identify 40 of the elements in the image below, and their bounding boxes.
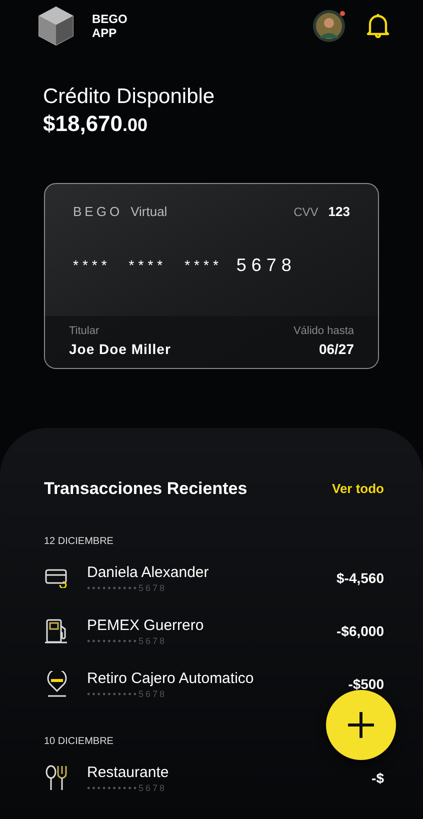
masked-account: ••••••••••5678 <box>87 582 168 594</box>
expiry-date: 06/27 <box>318 340 354 359</box>
card-icon <box>45 568 69 588</box>
card-type: Virtual <box>130 203 168 221</box>
merchant-name: Retiro Cajero Automatico <box>87 668 254 688</box>
date-heading: 10 DICIEMBRE <box>44 734 114 748</box>
credit-label: Crédito Disponible <box>43 84 216 110</box>
plus-icon <box>348 712 374 738</box>
masked-account: ••••••••••5678 <box>87 782 168 794</box>
merchant-name: Restaurante <box>87 762 169 782</box>
merchant-name: PEMEX Guerrero <box>87 616 204 634</box>
expiry-label: Válido hasta <box>293 324 354 338</box>
section-title: Transacciones Recientes <box>44 478 248 500</box>
see-all-link[interactable]: Ver todo <box>332 479 384 498</box>
cube-logo-icon <box>38 6 74 46</box>
masked-digits: **** <box>128 256 167 274</box>
spoon-fork-icon <box>45 765 69 791</box>
masked-account: ••••••••••5678 <box>87 688 168 700</box>
date-heading: 12 DICIEMBRE <box>44 534 114 548</box>
atm-pin-icon <box>46 671 68 697</box>
masked-digits: **** <box>73 256 111 274</box>
credit-amount: $18,670.00 <box>43 110 149 138</box>
amount: -$500 <box>348 674 384 694</box>
masked-account: ••••••••••5678 <box>87 634 168 646</box>
holder-label: Titular <box>69 324 100 338</box>
masked-digits: **** <box>184 256 222 274</box>
holder-name: Joe Doe Miller <box>69 340 171 359</box>
amount: $-4,560 <box>336 568 384 588</box>
merchant-name: Daniela Alexander <box>87 562 209 582</box>
cvv-label: CVV <box>294 204 318 221</box>
app-name: BEGO <box>92 12 128 26</box>
app-name: APP <box>92 26 118 40</box>
card-last-digits: 5678 <box>236 254 296 276</box>
cvv-value: 123 <box>328 203 350 221</box>
avatar[interactable] <box>313 10 345 42</box>
amount: -$6,000 <box>336 622 384 640</box>
fuel-pump-icon <box>45 618 69 644</box>
card-brand: BEGO <box>73 203 123 221</box>
amount: -$ <box>372 768 384 788</box>
bell-icon[interactable] <box>365 12 391 40</box>
